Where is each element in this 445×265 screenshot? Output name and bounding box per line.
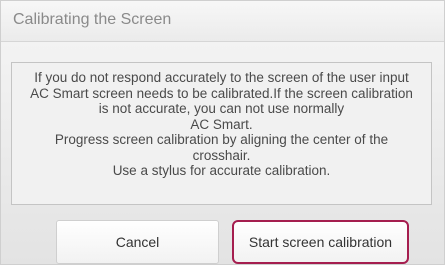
message-line: crosshair. — [192, 147, 251, 163]
message-box: If you do not respond accurately to the … — [11, 62, 432, 205]
message-line: is not accurate, you can not use normall… — [98, 101, 345, 116]
dialog-titlebar: Calibrating the Screen — [1, 1, 444, 42]
message-line: AC Smart screen needs to be calibrated.I… — [30, 85, 413, 101]
message-line: Progress screen calibration by aligning … — [54, 132, 389, 147]
message-line: If you do not respond accurately to the … — [34, 70, 409, 85]
message-line: AC Smart. — [190, 116, 253, 132]
calibration-message: If you do not respond accurately to the … — [12, 70, 431, 179]
dialog-title: Calibrating the Screen — [13, 11, 172, 28]
cancel-button[interactable]: Cancel — [56, 220, 219, 264]
calibration-dialog: Calibrating the Screen If you do not res… — [0, 0, 445, 265]
dialog-body: If you do not respond accurately to the … — [1, 42, 444, 264]
start-calibration-button[interactable]: Start screen calibration — [232, 220, 409, 264]
message-line: Use a stylus for accurate calibration. — [112, 163, 331, 178]
